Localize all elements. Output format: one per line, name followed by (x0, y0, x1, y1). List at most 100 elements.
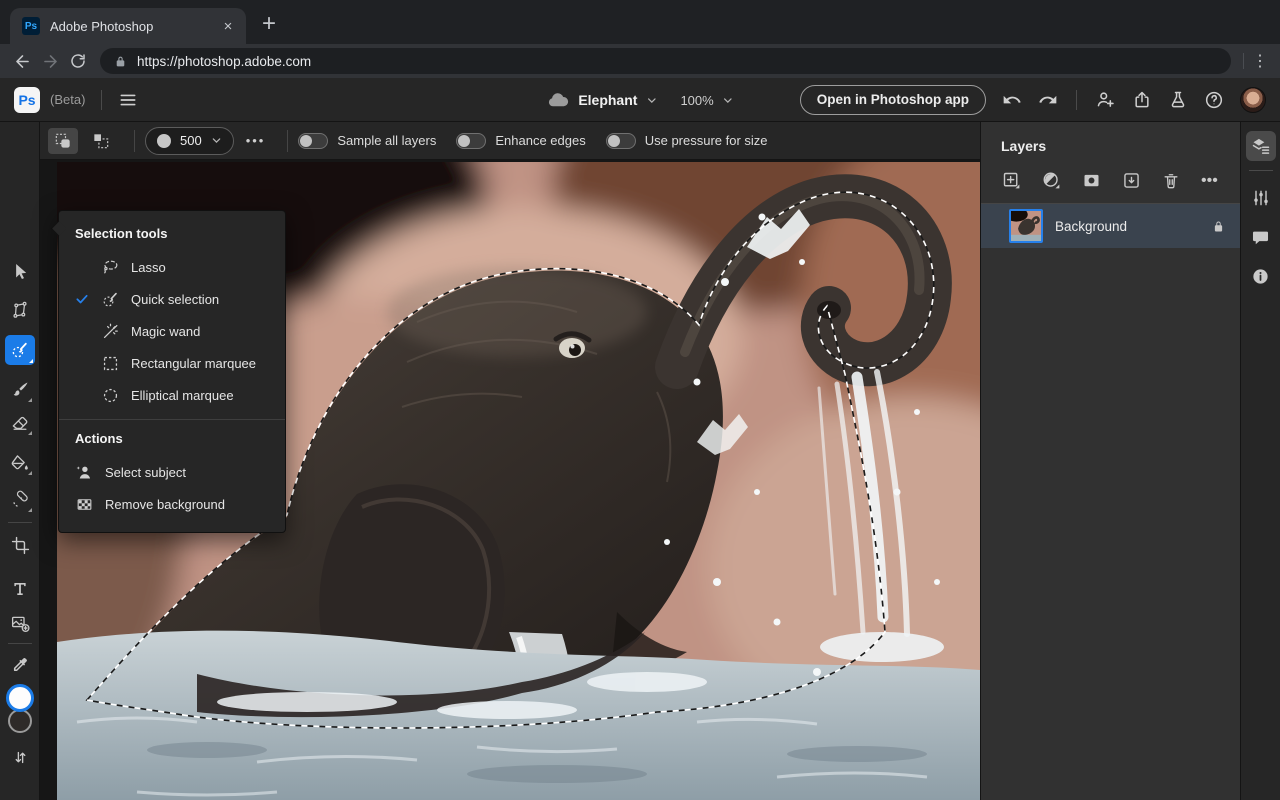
popup-title: Selection tools (75, 226, 168, 241)
browser-tabstrip: Ps Adobe Photoshop × + (0, 0, 1280, 44)
layer-mask-icon[interactable] (1081, 170, 1121, 191)
menu-item-rectangular-marquee[interactable]: Rectangular marquee (59, 347, 285, 379)
rail-comments-icon[interactable] (1246, 222, 1276, 252)
document-title-group: Elephant 100% (546, 78, 733, 122)
tools-sidebar (0, 122, 40, 800)
actions-title: Actions (75, 431, 123, 446)
header-divider (1076, 89, 1077, 110)
toggle-knob (300, 134, 313, 147)
eyedropper-tool-icon[interactable] (8, 653, 32, 677)
zoom-chevron-down-icon[interactable] (723, 95, 734, 106)
sample-all-layers-label: Sample all layers (337, 133, 437, 148)
remove-background-icon (75, 495, 105, 514)
user-avatar[interactable] (1240, 86, 1266, 113)
use-pressure-label: Use pressure for size (644, 133, 768, 148)
menu-item-quick-selection[interactable]: Quick selection (59, 283, 285, 315)
help-icon[interactable] (1204, 90, 1224, 110)
menu-item-select-subject[interactable]: Select subject (59, 456, 285, 488)
background-color-swatch[interactable] (8, 709, 32, 733)
invite-person-icon[interactable] (1095, 89, 1116, 110)
eraser-tool-icon[interactable] (8, 411, 32, 435)
layer-name: Background (1055, 218, 1128, 234)
options-divider (134, 129, 135, 152)
layers-panel-title: Layers (1001, 138, 1047, 154)
move-into-frame-icon[interactable] (1121, 170, 1161, 191)
flask-icon[interactable] (1168, 90, 1188, 110)
crop-tool-icon[interactable] (8, 533, 32, 557)
menu-item-lasso[interactable]: Lasso (59, 251, 285, 283)
adjustment-layer-icon[interactable] (1041, 170, 1081, 191)
fill-tool-icon[interactable] (8, 451, 32, 475)
url-bar[interactable]: https://photoshop.adobe.com (100, 48, 1231, 74)
tab-title: Adobe Photoshop (50, 18, 154, 34)
sample-all-layers-toggle-group: Sample all layers (298, 132, 437, 149)
use-pressure-toggle[interactable] (605, 132, 636, 149)
rail-layers-icon[interactable] (1245, 131, 1276, 161)
subtract-from-selection-icon[interactable] (86, 128, 116, 154)
check-icon (75, 292, 101, 306)
layers-panel-actions: ••• (981, 158, 1240, 203)
redo-icon[interactable] (1038, 90, 1058, 110)
document-name[interactable]: Elephant (578, 92, 637, 108)
healing-brush-tool-icon[interactable] (8, 488, 32, 512)
ps-header: Ps (Beta) Elephant 100% Open in Photosho… (0, 78, 1280, 122)
doc-chevron-down-icon[interactable] (646, 95, 657, 106)
layer-thumbnail[interactable] (1009, 209, 1043, 243)
zoom-level[interactable]: 100% (680, 93, 713, 108)
menu-item-elliptical-marquee[interactable]: Elliptical marquee (59, 379, 285, 411)
type-tool-icon[interactable] (8, 577, 32, 601)
layers-panel: Layers ••• Background (980, 122, 1240, 800)
rail-properties-icon[interactable] (1246, 183, 1276, 213)
transform-tool-icon[interactable] (8, 298, 32, 322)
right-rail (1240, 122, 1280, 800)
sample-all-layers-toggle[interactable] (298, 132, 329, 149)
menu-item-magic-wand[interactable]: Magic wand (59, 315, 285, 347)
foreground-color-swatch[interactable] (6, 684, 34, 712)
brush-preview-icon (157, 133, 171, 148)
beta-label: (Beta) (50, 92, 86, 107)
enhance-edges-label: Enhance edges (495, 133, 586, 148)
menu-item-remove-background[interactable]: Remove background (59, 488, 285, 520)
enhance-edges-toggle-group: Enhance edges (456, 132, 586, 149)
selection-tools-popup: Selection tools Lasso Quick selection Ma… (50, 210, 286, 533)
undo-icon[interactable] (1002, 90, 1022, 110)
enhance-edges-toggle[interactable] (456, 132, 487, 149)
more-options-icon[interactable]: ••• (246, 133, 266, 148)
swap-colors-icon[interactable] (8, 745, 32, 769)
use-pressure-toggle-group: Use pressure for size (605, 132, 768, 149)
layer-lock-icon[interactable] (1211, 219, 1226, 234)
delete-layer-icon[interactable] (1161, 171, 1201, 191)
open-in-photoshop-app-button[interactable]: Open in Photoshop app (799, 84, 986, 115)
layer-row-background[interactable]: Background (981, 204, 1240, 248)
rail-divider (1248, 170, 1273, 171)
ps-logo: Ps (14, 86, 40, 113)
browser-navbar: https://photoshop.adobe.com ⋮ (0, 44, 1280, 78)
rail-info-icon[interactable] (1246, 261, 1276, 291)
elliptical-marquee-icon (101, 386, 131, 405)
menu-item-label: Quick selection (131, 291, 220, 307)
new-tab-button[interactable]: + (262, 12, 276, 36)
layers-more-icon[interactable]: ••• (1201, 172, 1218, 190)
back-icon[interactable] (8, 47, 36, 75)
browser-menu-icon[interactable]: ⋮ (1248, 49, 1272, 73)
add-layer-icon[interactable] (1001, 170, 1041, 191)
toolbar-divider (8, 522, 32, 523)
brush-size-dropdown[interactable]: 500 (145, 126, 234, 155)
hamburger-menu-icon[interactable] (118, 90, 138, 110)
quick-selection-tool-icon[interactable] (5, 335, 35, 365)
place-image-tool-icon[interactable] (8, 611, 32, 635)
browser-tab[interactable]: Ps Adobe Photoshop × (10, 8, 246, 44)
menu-item-label: Lasso (131, 259, 166, 275)
tab-close-icon[interactable]: × (218, 16, 238, 36)
ps-favicon: Ps (22, 17, 40, 35)
share-icon[interactable] (1132, 90, 1152, 110)
menu-item-label: Elliptical marquee (131, 387, 234, 403)
brush-chevron-down-icon (211, 135, 222, 146)
reload-icon[interactable] (64, 47, 92, 75)
brush-tool-icon[interactable] (8, 378, 32, 402)
header-actions: Open in Photoshop app (799, 84, 1266, 115)
add-to-selection-icon[interactable] (48, 127, 78, 154)
toggle-knob (607, 134, 620, 147)
forward-icon[interactable] (36, 47, 64, 75)
move-tool-icon[interactable] (8, 259, 32, 283)
